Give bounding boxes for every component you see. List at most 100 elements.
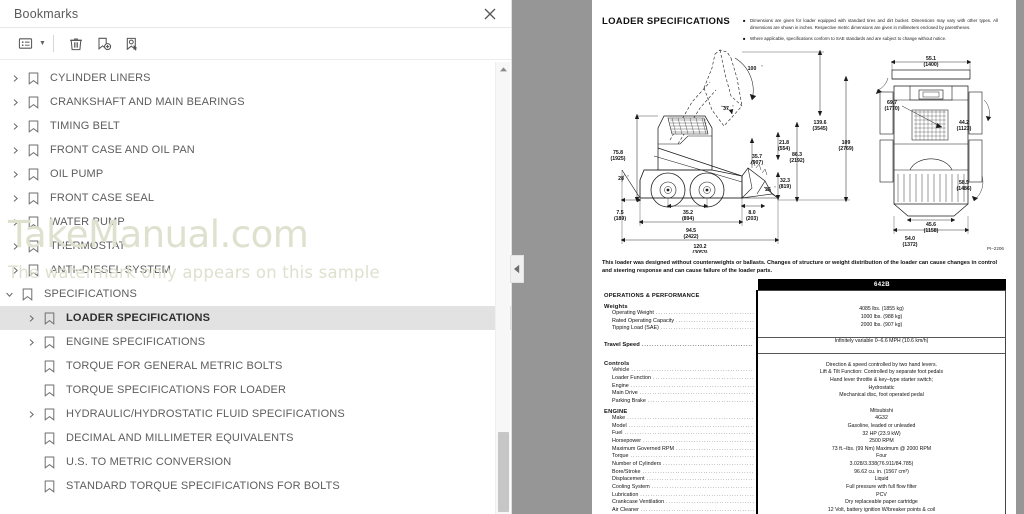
loader-dimension-drawing: 100 ° 37 ° 28 ° 26 ° 75.8 (1925) 139.6 (3545) … xyxy=(592,48,1016,253)
pdf-viewer[interactable]: LOADER SPECIFICATIONS Dimensions are giv… xyxy=(512,0,1024,514)
chevron-right-icon[interactable] xyxy=(6,138,24,162)
bookmark-icon xyxy=(24,114,42,138)
bookmark-item[interactable]: ENGINE SPECIFICATIONS xyxy=(0,330,511,354)
bookmark-icon xyxy=(24,234,42,258)
bookmark-item[interactable]: CYLINDER LINERS xyxy=(0,66,511,90)
new-bookmark-icon[interactable] xyxy=(91,32,117,56)
svg-text:(1372): (1372) xyxy=(903,242,918,248)
spec-gap-line xyxy=(758,345,1005,355)
bookmark-item[interactable]: DECIMAL AND MILLIMETER EQUIVALENTS xyxy=(0,426,511,450)
pdf-reader-window: Bookmarks ▼ CYLINDER LINERS CRANKSHAFT A… xyxy=(0,0,1024,514)
spec-row-label: Model...................................… xyxy=(612,422,754,429)
svg-text:(203): (203) xyxy=(746,216,758,222)
spec-labels-column: OPERATIONS & PERFORMANCE Weights Operating… xyxy=(602,290,758,514)
spec-row-label: Air Cleaner.............................… xyxy=(612,507,754,514)
svg-text:37: 37 xyxy=(723,106,729,112)
chevron-down-icon[interactable]: ▼ xyxy=(39,40,46,47)
spec-row-label: Fuel....................................… xyxy=(612,430,754,437)
bookmark-options-button[interactable]: ▼ xyxy=(12,32,46,56)
scrollbar-thumb[interactable] xyxy=(498,432,509,512)
drawing-code-reference: PI–2206 xyxy=(986,246,1004,251)
spec-gap xyxy=(602,349,756,357)
bookmark-item[interactable]: LOADER SPECIFICATIONS xyxy=(0,306,511,330)
list-options-icon[interactable] xyxy=(12,32,38,56)
chevron-right-icon[interactable] xyxy=(6,162,24,186)
twisty-spacer xyxy=(22,474,40,498)
bookmark-item[interactable]: TORQUE FOR GENERAL METRIC BOLTS xyxy=(0,354,511,378)
twisty-spacer xyxy=(22,426,40,450)
bookmark-icon xyxy=(40,330,58,354)
svg-text:(819): (819) xyxy=(779,184,791,190)
spec-row-value: 4085 lbs. (1855 kg) xyxy=(859,306,904,313)
bookmark-item[interactable]: FRONT CASE AND OIL PAN xyxy=(0,138,511,162)
spec-section-heading: ENGINE xyxy=(604,408,628,415)
bookmark-item[interactable]: TIMING BELT xyxy=(0,114,511,138)
collapse-panel-handle[interactable] xyxy=(510,255,524,283)
spec-row-value: PCV xyxy=(876,491,887,498)
chevron-right-icon[interactable] xyxy=(22,306,40,330)
svg-text:(1770): (1770) xyxy=(885,106,900,112)
chevron-right-icon[interactable] xyxy=(22,330,40,354)
close-icon[interactable] xyxy=(481,5,499,23)
spec-gap-line xyxy=(758,329,1005,338)
bookmark-item-label: THERMOSTAT xyxy=(50,240,126,252)
bookmark-icon xyxy=(24,258,42,282)
bookmark-item[interactable]: HYDRAULIC/HYDROSTATIC FLUID SPECIFICATIO… xyxy=(0,402,511,426)
bookmarks-tree[interactable]: CYLINDER LINERS CRANKSHAFT AND MAIN BEARI… xyxy=(0,61,511,514)
svg-text:(1158): (1158) xyxy=(924,228,939,234)
model-column-header: 642B xyxy=(758,279,1006,290)
bookmark-icon xyxy=(40,474,58,498)
loader-disclaimer: This loader was designed without counter… xyxy=(602,260,998,275)
spec-table-header-row: 642B xyxy=(602,279,1006,290)
bookmark-item-label: OIL PUMP xyxy=(50,168,104,180)
spec-row-value: Direction & speed controlled by two hand… xyxy=(825,361,937,368)
svg-text:°: ° xyxy=(774,186,776,190)
bookmark-item[interactable]: WATER PUMP xyxy=(0,210,511,234)
delete-bookmark-icon[interactable] xyxy=(63,32,89,56)
chevron-right-icon[interactable] xyxy=(6,210,24,234)
bookmark-item[interactable]: THERMOSTAT xyxy=(0,234,511,258)
svg-text:(554): (554) xyxy=(778,146,790,152)
pdf-page: LOADER SPECIFICATIONS Dimensions are giv… xyxy=(592,0,1016,514)
spec-row-label: Loader Function.........................… xyxy=(612,374,754,381)
spec-row-label: Horsepower..............................… xyxy=(612,438,754,445)
svg-text:(894): (894) xyxy=(682,216,694,222)
bookmark-item[interactable]: TORQUE SPECIFICATIONS FOR LOADER xyxy=(0,378,511,402)
spec-row-value: 12 Volt, battery ignition W/breaker poin… xyxy=(827,506,936,513)
chevron-right-icon[interactable] xyxy=(6,186,24,210)
bookmark-item[interactable]: OIL PUMP xyxy=(0,162,511,186)
bookmark-item[interactable]: ANTI–DIESEL SYSTEM xyxy=(0,258,511,282)
bookmark-icon xyxy=(24,210,42,234)
page-title: LOADER SPECIFICATIONS xyxy=(602,16,731,27)
bookmark-item[interactable]: STANDARD TORQUE SPECIFICATIONS FOR BOLTS xyxy=(0,474,511,498)
bookmark-item[interactable]: CRANKSHAFT AND MAIN BEARINGS xyxy=(0,90,511,114)
spec-row-value: 2000 lbs. (907 kg) xyxy=(860,321,903,328)
chevron-down-icon[interactable] xyxy=(0,282,18,306)
spec-row-label: Lubrication.............................… xyxy=(612,491,754,498)
chevron-right-icon[interactable] xyxy=(6,114,24,138)
spec-header-left-blank xyxy=(602,279,758,290)
bookmark-item-label: CYLINDER LINERS xyxy=(50,72,151,84)
spec-row-label: Maximum Governed RPM....................… xyxy=(612,445,754,452)
chevron-right-icon[interactable] xyxy=(6,258,24,282)
svg-text:°: ° xyxy=(732,105,734,109)
chevron-right-icon[interactable] xyxy=(6,90,24,114)
twisty-spacer xyxy=(22,378,40,402)
bookmark-item[interactable]: FRONT CASE SEAL xyxy=(0,186,511,210)
bookmark-item[interactable]: SPECIFICATIONS xyxy=(0,282,511,306)
scroll-up-arrow-icon[interactable] xyxy=(496,62,511,77)
chevron-right-icon[interactable] xyxy=(22,402,40,426)
chevron-right-icon[interactable] xyxy=(6,234,24,258)
spec-row-label: Tipping Load (SAE)......................… xyxy=(612,325,754,332)
twisty-spacer xyxy=(22,450,40,474)
svg-text:(189): (189) xyxy=(614,216,626,222)
set-bookmark-destination-icon[interactable] xyxy=(119,32,145,56)
bookmarks-scrollbar[interactable] xyxy=(495,62,510,514)
bookmark-item-label: ENGINE SPECIFICATIONS xyxy=(66,336,206,348)
bookmark-item[interactable]: U.S. TO METRIC CONVERSION xyxy=(0,450,511,474)
bookmark-icon xyxy=(24,90,42,114)
bookmark-item-label: U.S. TO METRIC CONVERSION xyxy=(66,456,232,468)
chevron-right-icon[interactable] xyxy=(6,66,24,90)
bookmark-item-label: STANDARD TORQUE SPECIFICATIONS FOR BOLTS xyxy=(66,480,340,492)
spec-row-label: Bore/Stroke.............................… xyxy=(612,468,754,475)
